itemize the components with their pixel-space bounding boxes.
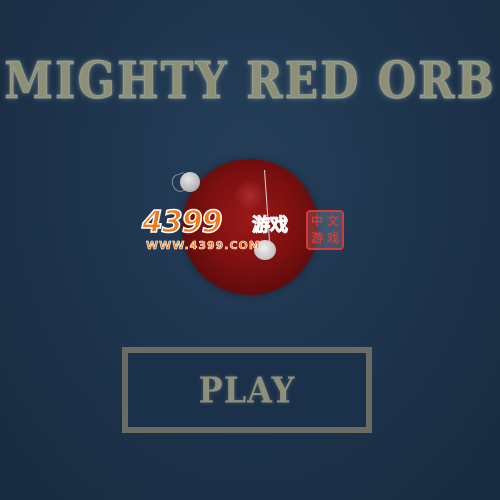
stamp-char: 游 bbox=[310, 231, 323, 245]
watermark-stamp: 中 文 游 戏 bbox=[306, 210, 344, 250]
stamp-char: 戏 bbox=[326, 231, 339, 245]
game-screen: MIGHTY RED ORB 4399 游戏 WWW.4399.COM 中 文 … bbox=[0, 0, 500, 500]
play-button[interactable]: PLAY bbox=[122, 347, 372, 433]
play-button-label: PLAY bbox=[198, 368, 296, 412]
watermark-number: 4399 bbox=[141, 204, 223, 241]
site-watermark-logo: 4399 游戏 WWW.4399.COM 中 文 游 戏 bbox=[140, 204, 360, 260]
satellite-ball-icon bbox=[180, 172, 200, 192]
watermark-cn-text: 游戏 bbox=[252, 215, 289, 237]
stamp-char: 中 bbox=[310, 214, 323, 228]
game-title: MIGHTY RED ORB bbox=[4, 52, 496, 112]
watermark-url: WWW.4399.COM bbox=[146, 239, 261, 253]
stamp-char: 文 bbox=[326, 214, 339, 228]
